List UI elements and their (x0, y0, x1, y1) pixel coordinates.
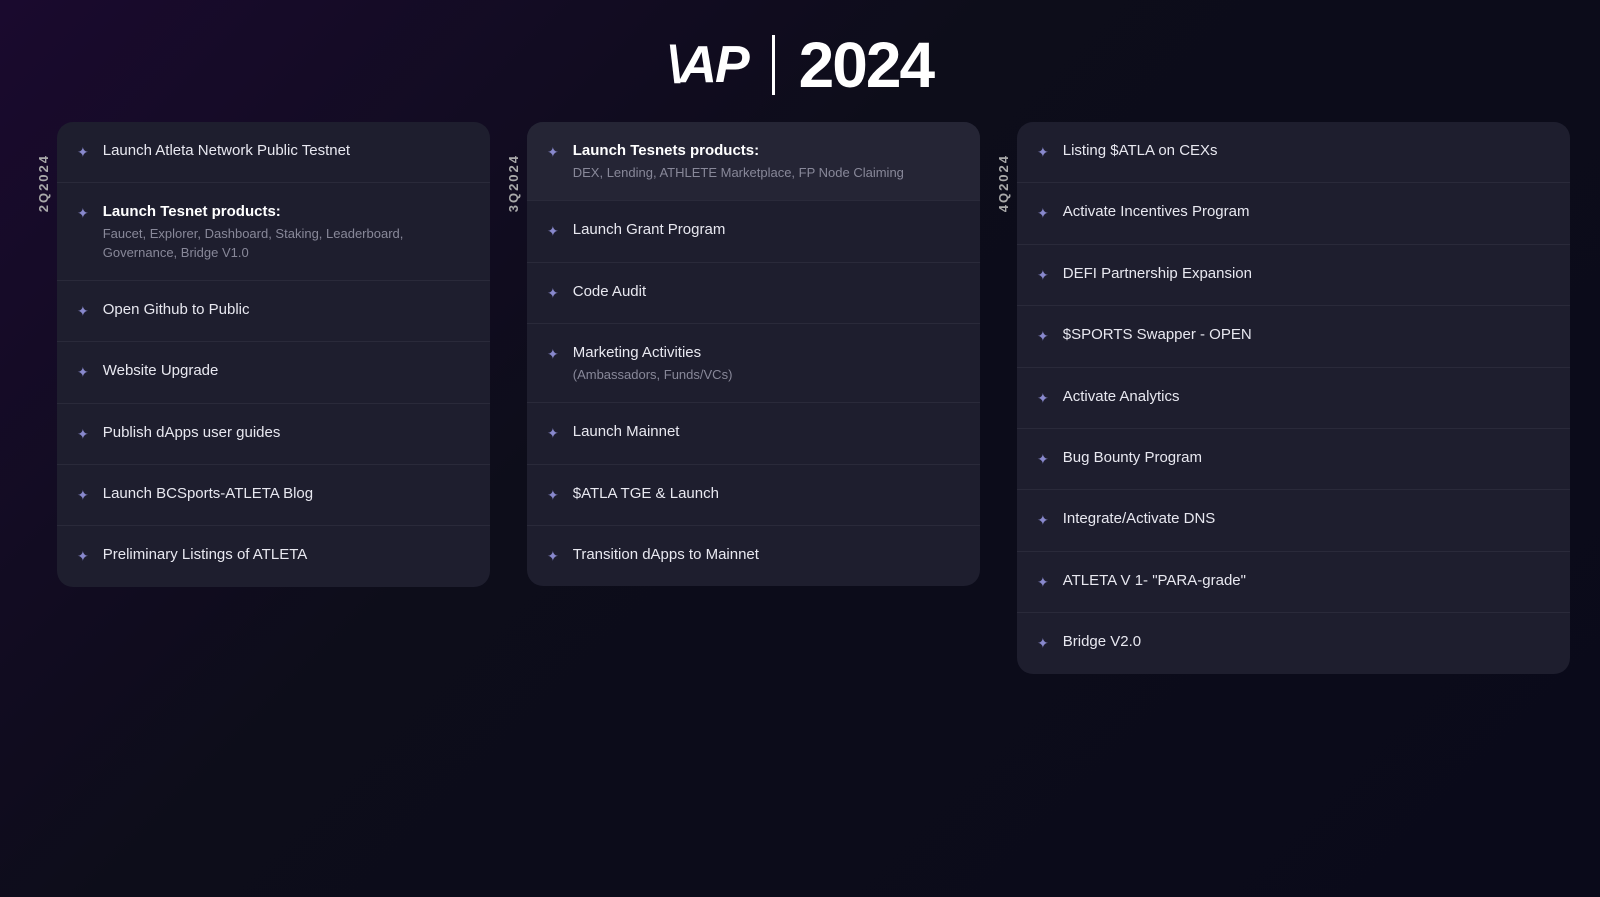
list-item: Launch Tesnets products: DEX, Lending, AT… (527, 122, 980, 201)
list-item: Activate Analytics (1017, 368, 1570, 429)
snowflake-icon (77, 362, 89, 384)
list-item: Bridge V2.0 (1017, 613, 1570, 673)
item-title: Bug Bounty Program (1063, 447, 1550, 468)
list-item: Launch Mainnet (527, 403, 980, 464)
snowflake-icon (547, 283, 559, 305)
q3-wrapper: 3Q2024 Launch Tesnets products: DEX, Lend… (500, 122, 980, 586)
list-item: Preliminary Listings of ATLETA (57, 526, 490, 586)
list-item: Integrate/Activate DNS (1017, 490, 1570, 551)
list-item: Listing $ATLA on CEXs (1017, 122, 1570, 183)
list-item: Marketing Activities (Ambassadors, Funds/… (527, 324, 980, 403)
list-item: ATLETA V 1- "PARA-grade" (1017, 552, 1570, 613)
snowflake-icon (547, 221, 559, 243)
item-title: $ATLA TGE & Launch (573, 483, 960, 504)
item-subtitle: DEX, Lending, ATHLETE Marketplace, FP No… (573, 164, 960, 182)
q2-card: Launch Atleta Network Public Testnet Laun… (57, 122, 490, 587)
page-header: \AP 2024 (0, 0, 1600, 122)
snowflake-icon (1037, 142, 1049, 164)
item-title: DEFI Partnership Expansion (1063, 263, 1550, 284)
list-item: Activate Incentives Program (1017, 183, 1570, 244)
snowflake-icon (77, 142, 89, 164)
snowflake-icon (547, 344, 559, 366)
snowflake-icon (77, 203, 89, 225)
item-title: $SPORTS Swapper - OPEN (1063, 324, 1550, 345)
item-title: Open Github to Public (103, 299, 470, 320)
q4-label: 4Q2024 (990, 142, 1017, 224)
item-title: Activate Incentives Program (1063, 201, 1550, 222)
header-logo: \AP (667, 35, 748, 95)
list-item: Transition dApps to Mainnet (527, 526, 980, 586)
list-item: $SPORTS Swapper - OPEN (1017, 306, 1570, 367)
item-title: Marketing Activities (573, 342, 960, 363)
snowflake-icon (547, 485, 559, 507)
item-title: Launch Atleta Network Public Testnet (103, 140, 470, 161)
list-item: Launch BCSports-ATLETA Blog (57, 465, 490, 526)
list-item: Launch Grant Program (527, 201, 980, 262)
item-title: Bridge V2.0 (1063, 631, 1550, 652)
item-title: Publish dApps user guides (103, 422, 470, 443)
header-divider (772, 35, 775, 95)
item-title: Transition dApps to Mainnet (573, 544, 960, 565)
snowflake-icon (547, 142, 559, 164)
snowflake-icon (77, 424, 89, 446)
q4-wrapper: 4Q2024 Listing $ATLA on CEXs Activate Inc… (990, 122, 1570, 674)
snowflake-icon (1037, 388, 1049, 410)
list-item: $ATLA TGE & Launch (527, 465, 980, 526)
item-subtitle: Faucet, Explorer, Dashboard, Staking, Le… (103, 225, 470, 261)
snowflake-icon (77, 546, 89, 568)
item-title: Launch Grant Program (573, 219, 960, 240)
list-item: Publish dApps user guides (57, 404, 490, 465)
snowflake-icon (1037, 265, 1049, 287)
item-subtitle: (Ambassadors, Funds/VCs) (573, 366, 960, 384)
item-title: Launch Tesnet products: (103, 201, 470, 222)
item-title: Integrate/Activate DNS (1063, 508, 1550, 529)
main-content: 2Q2024 Launch Atleta Network Public Test… (0, 122, 1600, 674)
item-title: Launch BCSports-ATLETA Blog (103, 483, 470, 504)
list-item: Code Audit (527, 263, 980, 324)
snowflake-icon (1037, 572, 1049, 594)
snowflake-icon (1037, 203, 1049, 225)
header-year: 2024 (799, 28, 933, 102)
snowflake-icon (1037, 449, 1049, 471)
item-title: Activate Analytics (1063, 386, 1550, 407)
item-title: Launch Mainnet (573, 421, 960, 442)
snowflake-icon (77, 485, 89, 507)
item-title: Launch Tesnets products: (573, 140, 960, 161)
item-title: Website Upgrade (103, 360, 470, 381)
snowflake-icon (1037, 633, 1049, 655)
q3-card: Launch Tesnets products: DEX, Lending, AT… (527, 122, 980, 586)
list-item: Open Github to Public (57, 281, 490, 342)
q3-label: 3Q2024 (500, 142, 527, 224)
q4-card: Listing $ATLA on CEXs Activate Incentives… (1017, 122, 1570, 674)
list-item: Launch Atleta Network Public Testnet (57, 122, 490, 183)
item-title: Listing $ATLA on CEXs (1063, 140, 1550, 161)
q2-label: 2Q2024 (30, 142, 57, 224)
snowflake-icon (547, 546, 559, 568)
snowflake-icon (1037, 510, 1049, 532)
list-item: Launch Tesnet products: Faucet, Explorer,… (57, 183, 490, 280)
snowflake-icon (77, 301, 89, 323)
item-title: Code Audit (573, 281, 960, 302)
snowflake-icon (547, 423, 559, 445)
item-title: ATLETA V 1- "PARA-grade" (1063, 570, 1550, 591)
snowflake-icon (1037, 326, 1049, 348)
q2-wrapper: 2Q2024 Launch Atleta Network Public Test… (30, 122, 490, 587)
item-title: Preliminary Listings of ATLETA (103, 544, 470, 565)
list-item: Website Upgrade (57, 342, 490, 403)
list-item: DEFI Partnership Expansion (1017, 245, 1570, 306)
list-item: Bug Bounty Program (1017, 429, 1570, 490)
